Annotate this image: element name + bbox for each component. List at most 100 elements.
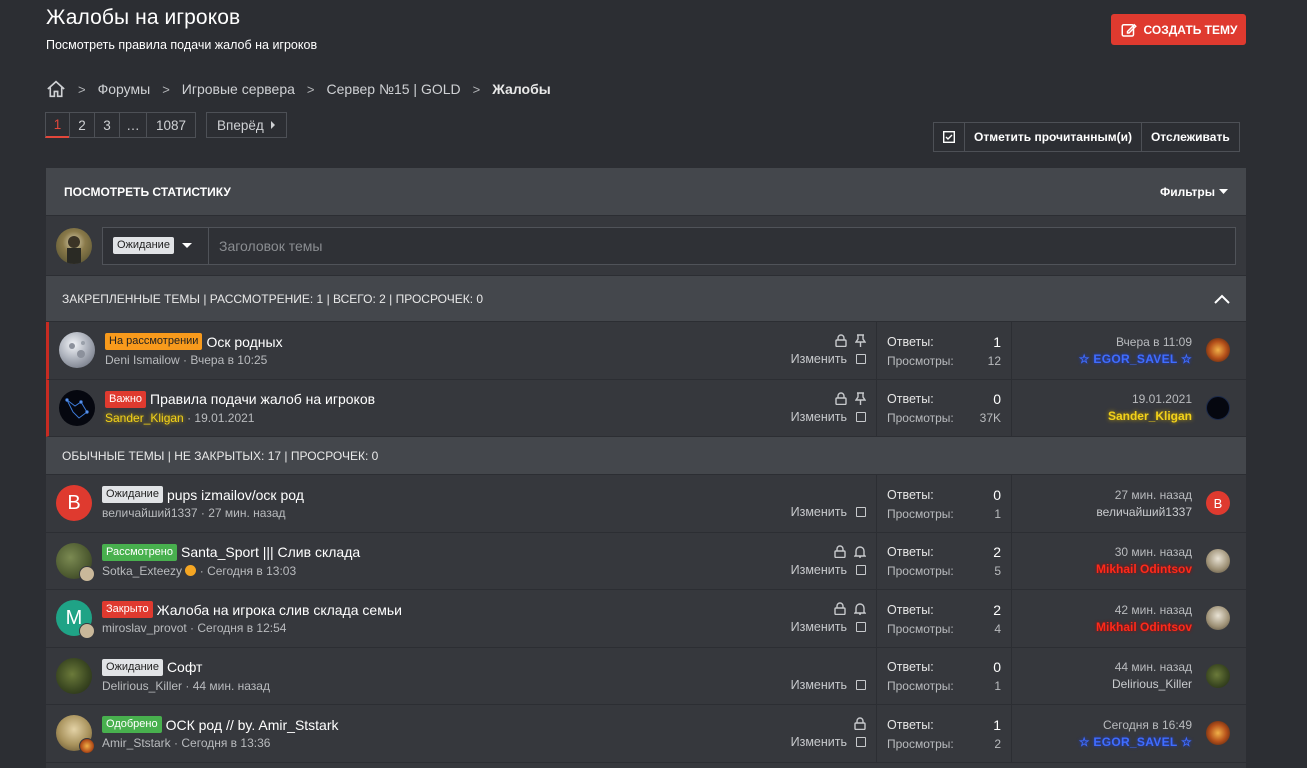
edit-link[interactable]: Изменить — [791, 620, 847, 634]
thread-author[interactable]: величайший1337 — [102, 506, 198, 520]
edit-link[interactable]: Изменить — [791, 410, 847, 424]
select-checkbox[interactable] — [856, 737, 866, 748]
thread-author[interactable]: miroslav_provot — [102, 621, 187, 635]
thread-date[interactable]: Вчера в 10:25 — [190, 353, 267, 367]
prefix-tag[interactable]: Закрыто — [102, 601, 153, 619]
author-avatar[interactable] — [56, 657, 92, 694]
page-subtitle[interactable]: Посмотреть правила подачи жалоб на игрок… — [46, 38, 317, 52]
thread-date[interactable]: 44 мин. назад — [193, 679, 270, 693]
author-avatar[interactable]: M — [56, 600, 95, 640]
breadcrumb-server[interactable]: Сервер №15 | GOLD — [327, 81, 461, 97]
thread-title[interactable]: Софт — [167, 659, 203, 675]
page-2[interactable]: 2 — [69, 112, 95, 138]
prefix-tag[interactable]: Рассмотрено — [102, 543, 177, 561]
last-post-user[interactable]: Delirious_Killer — [1112, 677, 1192, 691]
last-poster-avatar[interactable] — [1206, 548, 1230, 573]
last-post-user[interactable]: ☆ EGOR_SAVEL ☆ — [1079, 352, 1192, 366]
thread-author[interactable]: Sotka_Exteezy — [102, 564, 182, 578]
thread-date[interactable]: 19.01.2021 — [194, 411, 254, 425]
last-post-date[interactable]: 27 мин. назад — [1096, 488, 1192, 502]
thread-row[interactable]: M Закрыто Жалоба на игрока слив склада с… — [46, 590, 1246, 648]
next-page-button[interactable]: Вперёд — [206, 112, 287, 138]
edit-link[interactable]: Изменить — [791, 563, 847, 577]
thread-author[interactable]: Delirious_Killer — [102, 679, 182, 693]
edit-link[interactable]: Изменить — [791, 678, 847, 692]
page-1[interactable]: 1 — [45, 112, 70, 138]
select-checkbox[interactable] — [856, 507, 866, 518]
prefix-tag[interactable]: Ожидание — [102, 486, 163, 504]
author-avatar[interactable] — [59, 332, 95, 369]
edit-control: Изменить — [791, 410, 866, 424]
select-checkbox-button[interactable] — [933, 122, 965, 152]
create-thread-button[interactable]: СОЗДАТЬ ТЕМУ — [1111, 14, 1246, 45]
thread-title[interactable]: ОСК род // by. Amir_Ststark — [166, 717, 339, 733]
mark-read-button[interactable]: Отметить прочитанным(и) — [964, 122, 1142, 152]
last-post-user[interactable]: Mikhail Odintsov — [1096, 562, 1192, 576]
breadcrumb-forums[interactable]: Форумы — [98, 81, 151, 97]
prefix-tag[interactable]: Одобрено — [102, 716, 162, 734]
edit-link[interactable]: Изменить — [791, 735, 847, 749]
prefix-tag[interactable]: Важно — [105, 390, 147, 408]
thread-date[interactable]: Сегодня в 12:54 — [197, 621, 286, 635]
last-post-date[interactable]: Вчера в 11:09 — [1079, 335, 1192, 349]
last-post-user[interactable]: Mikhail Odintsov — [1096, 620, 1192, 634]
thread-row[interactable]: Одобрено ОСК род // by. Amir_Ststark Ami… — [46, 705, 1246, 763]
watch-button[interactable]: Отслеживать — [1140, 122, 1240, 152]
view-stats-link[interactable]: ПОСМОТРЕТЬ СТАТИСТИКУ — [64, 185, 231, 199]
page-last[interactable]: 1087 — [146, 112, 196, 138]
thread-date[interactable]: Сегодня в 13:03 — [207, 564, 296, 578]
user-avatar[interactable] — [56, 227, 92, 264]
thread-title-input[interactable]: Заголовок темы — [209, 238, 322, 254]
thread-title[interactable]: Оск родных — [206, 334, 282, 350]
last-poster-avatar[interactable] — [1206, 721, 1230, 746]
thread-row[interactable]: Рассмотрено Santa_Sport ||| Слив склада … — [46, 532, 1246, 590]
author-avatar[interactable] — [56, 542, 95, 582]
thread-row[interactable]: Ожидание Софт Delirious_Killer · 44 мин.… — [46, 647, 1246, 705]
last-post-user[interactable]: ☆ EGOR_SAVEL ☆ — [1079, 735, 1192, 749]
author-avatar[interactable] — [59, 389, 95, 426]
last-post-date[interactable]: 44 мин. назад — [1112, 660, 1192, 674]
breadcrumb-game-servers[interactable]: Игровые сервера — [182, 81, 295, 97]
last-post-date[interactable]: 30 мин. назад — [1096, 545, 1192, 559]
select-checkbox[interactable] — [856, 564, 866, 575]
thread-author[interactable]: Amir_Ststark — [102, 736, 171, 750]
sticky-thread-row[interactable]: На рассмотрении Оск родных Deni Ismailow… — [46, 322, 1246, 380]
last-post-date[interactable]: Сегодня в 16:49 — [1079, 718, 1192, 732]
select-checkbox[interactable] — [856, 411, 866, 422]
thread-controls: Изменить — [791, 322, 866, 379]
thread-author[interactable]: Sander_Kligan — [105, 411, 184, 425]
home-icon[interactable] — [46, 80, 66, 98]
thread-date[interactable]: Сегодня в 13:36 — [181, 736, 270, 750]
prefix-selector[interactable]: Ожидание — [103, 227, 209, 264]
author-avatar[interactable]: В — [56, 485, 92, 522]
thread-title[interactable]: pups izmailov/оск род — [167, 487, 304, 503]
last-poster-avatar[interactable] — [1206, 663, 1230, 688]
last-post-user[interactable]: Sander_Kligan — [1108, 409, 1192, 423]
author-avatar[interactable] — [56, 715, 95, 755]
edit-link[interactable]: Изменить — [791, 505, 847, 519]
edit-link[interactable]: Изменить — [791, 352, 847, 366]
last-poster-avatar[interactable] — [1206, 395, 1230, 420]
last-post-user[interactable]: величайший1337 — [1096, 505, 1192, 519]
page-3[interactable]: 3 — [94, 112, 120, 138]
select-checkbox[interactable] — [856, 354, 866, 365]
select-checkbox[interactable] — [856, 679, 866, 690]
thread-row[interactable]: В Ожидание pups izmailov/оск род величай… — [46, 475, 1246, 533]
prefix-tag[interactable]: На рассмотрении — [105, 333, 203, 351]
filters-button[interactable]: Фильтры — [1160, 185, 1228, 199]
last-poster-avatar[interactable] — [1206, 606, 1230, 631]
last-poster-avatar[interactable] — [1206, 338, 1230, 363]
thread-author[interactable]: Deni Ismailow — [105, 353, 180, 367]
page-ellipsis[interactable]: … — [119, 112, 147, 138]
last-poster-avatar[interactable]: В — [1206, 491, 1230, 516]
last-post-date[interactable]: 19.01.2021 — [1108, 392, 1192, 406]
thread-title[interactable]: Жалоба на игрока слив склада семьи — [157, 602, 402, 618]
sticky-thread-row[interactable]: Важно Правила подачи жалоб на игроков Sa… — [46, 379, 1246, 437]
chevron-up-icon[interactable] — [1214, 294, 1230, 304]
thread-title[interactable]: Правила подачи жалоб на игроков — [150, 391, 375, 407]
prefix-tag[interactable]: Ожидание — [102, 658, 163, 676]
last-post-date[interactable]: 42 мин. назад — [1096, 603, 1192, 617]
thread-date[interactable]: 27 мин. назад — [208, 506, 285, 520]
select-checkbox[interactable] — [856, 622, 866, 633]
thread-title[interactable]: Santa_Sport ||| Слив склада — [181, 544, 360, 560]
